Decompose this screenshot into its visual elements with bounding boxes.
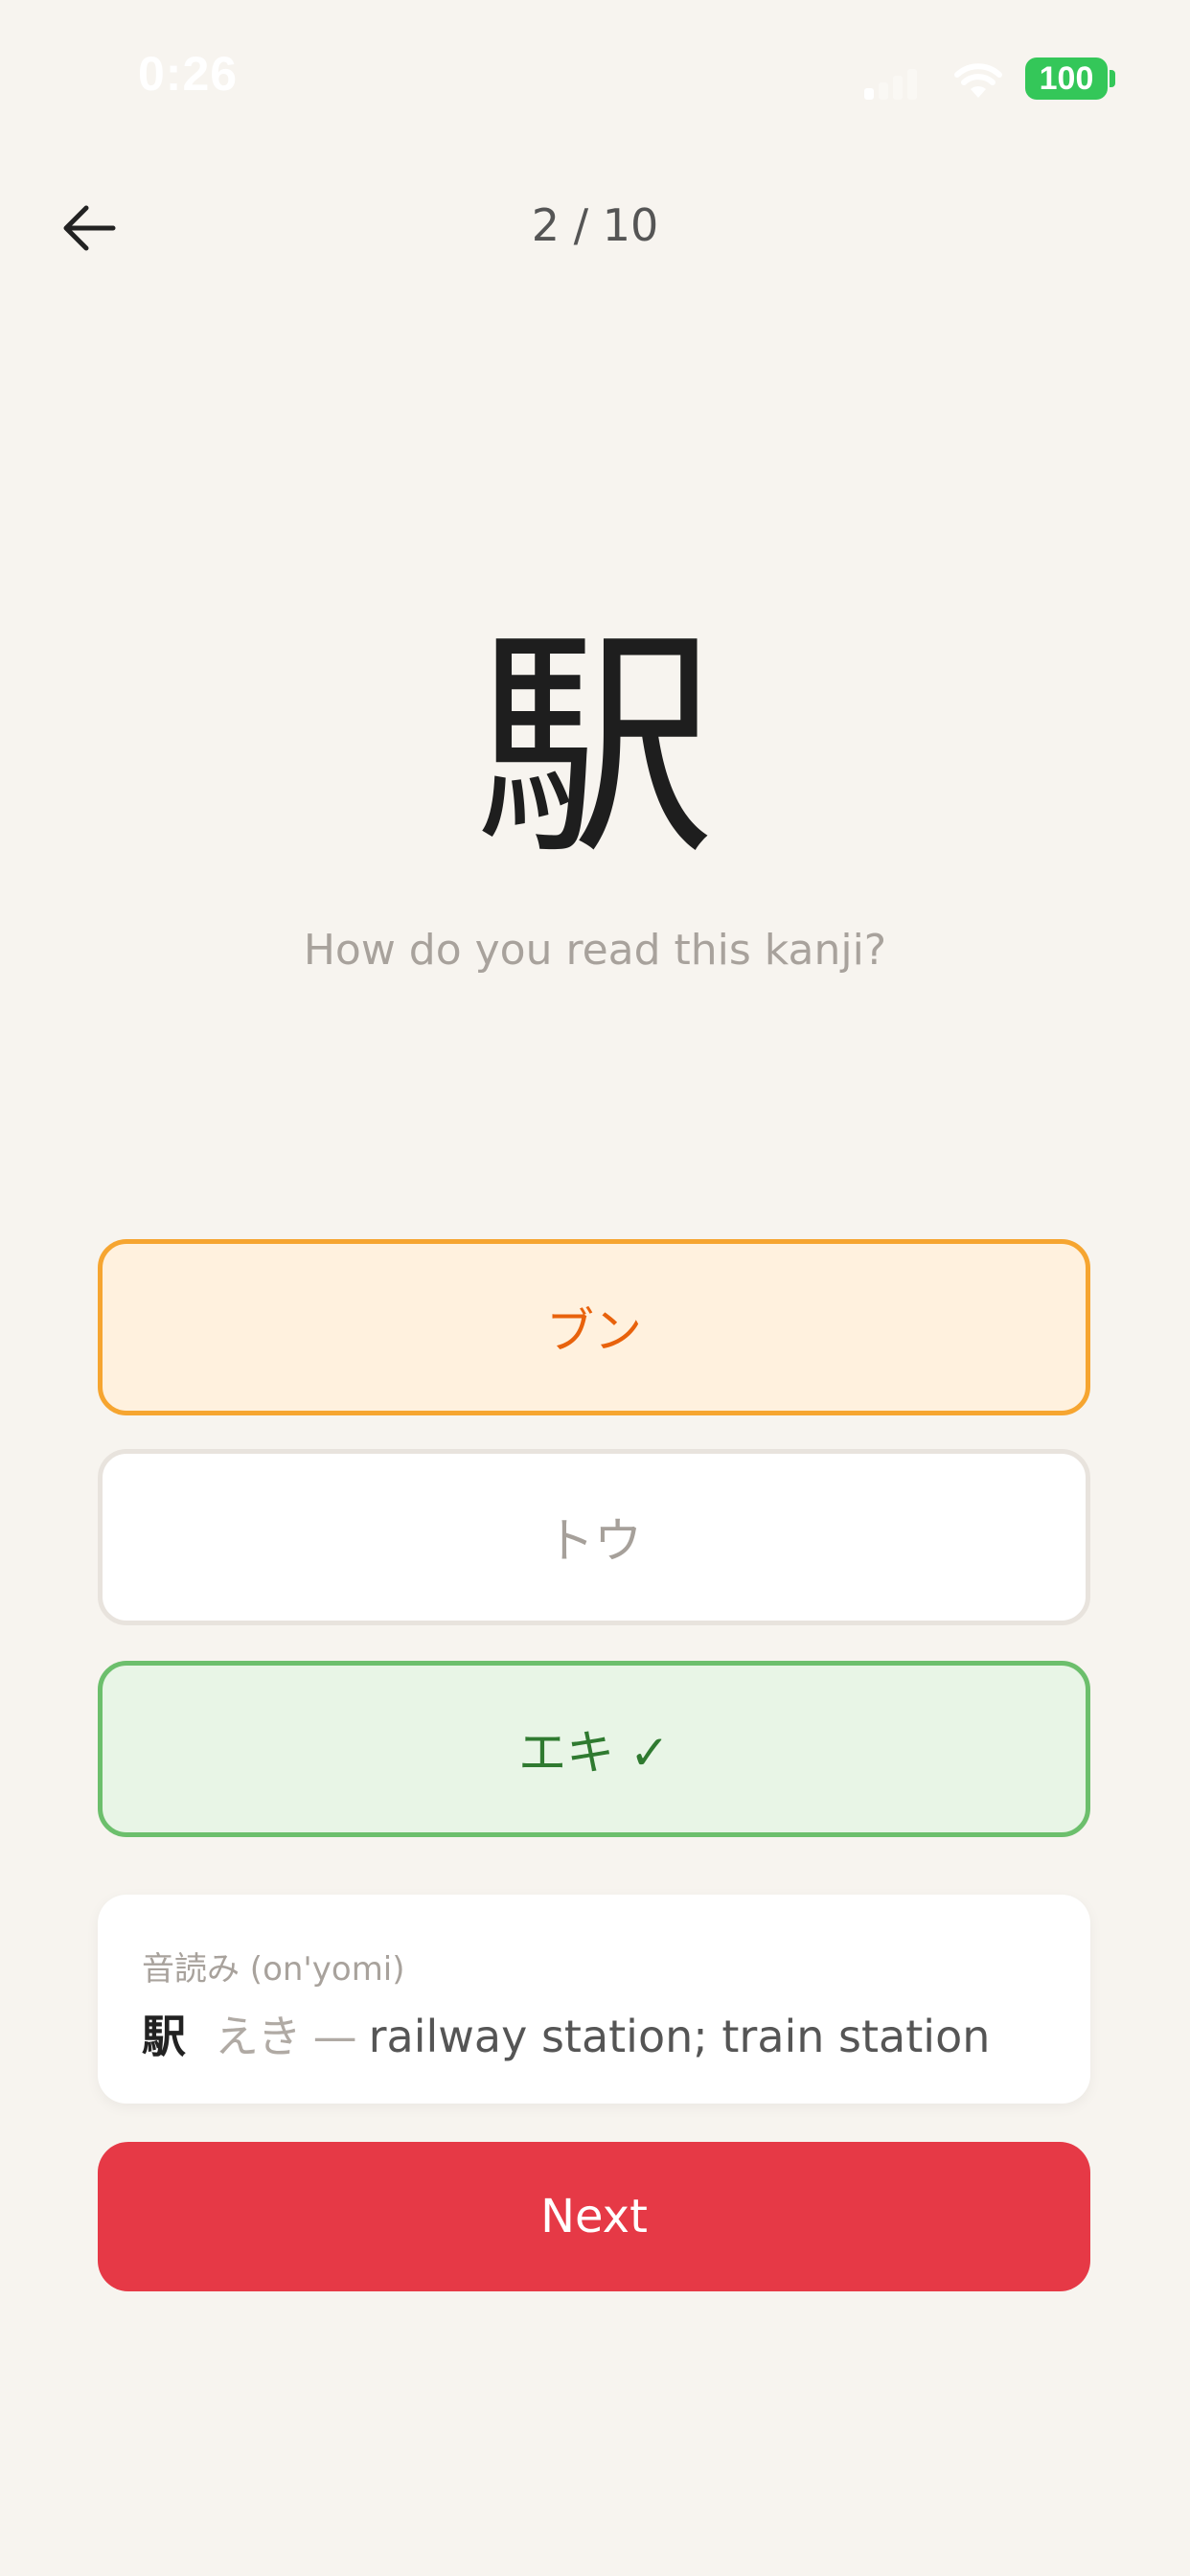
answer-option-selected-wrong[interactable]: ブン — [98, 1239, 1090, 1415]
wifi-icon — [954, 63, 1002, 98]
next-button[interactable]: Next — [98, 2142, 1090, 2291]
cellular-signal-icon — [864, 67, 918, 100]
battery-tip — [1110, 70, 1115, 87]
progress-counter: 2 / 10 — [531, 199, 659, 251]
answer-option-correct[interactable]: エキ ✓ — [98, 1661, 1090, 1837]
info-meaning: railway station; train station — [368, 2011, 991, 2062]
info-kanji: 駅 — [142, 2011, 186, 2062]
status-bar: 0:26 100 — [0, 0, 1190, 153]
reading-type-label: 音読み (on'yomi) — [142, 1950, 405, 1989]
answer-option[interactable]: トウ — [98, 1449, 1090, 1625]
reading-detail: 駅えき — railway station; train station — [142, 2002, 990, 2065]
info-dash: — — [312, 2011, 357, 2062]
battery-indicator: 100 — [1025, 58, 1108, 100]
info-reading: えき — [215, 2011, 302, 2062]
kanji-character: 駅 — [475, 608, 715, 886]
question-text: How do you read this kanji? — [303, 926, 887, 975]
status-time: 0:26 — [138, 47, 239, 101]
reading-info-card: 音読み (on'yomi) 駅えき — railway station; train… — [98, 1895, 1090, 2104]
